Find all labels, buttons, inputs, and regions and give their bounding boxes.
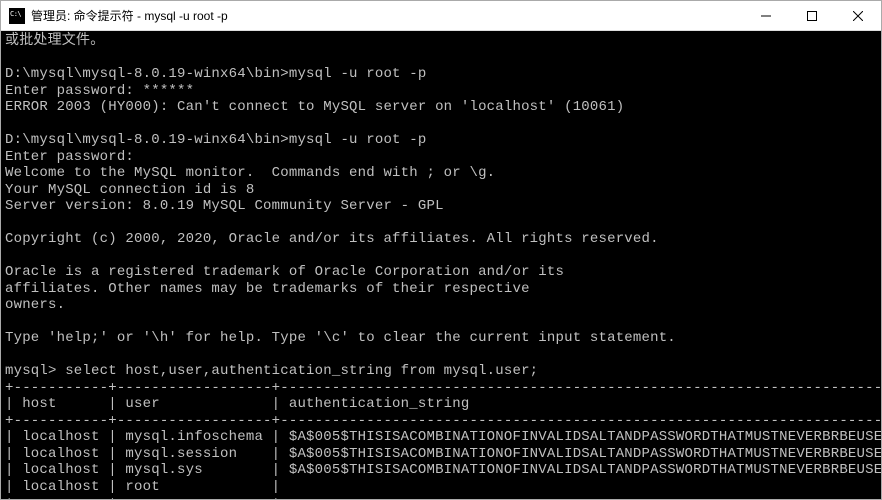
terminal-line: Type 'help;' or '\h' for help. Type '\c'… xyxy=(5,330,877,347)
minimize-button[interactable] xyxy=(743,1,789,30)
window-title: 管理员: 命令提示符 - mysql -u root -p xyxy=(31,7,743,24)
close-icon xyxy=(853,11,863,21)
terminal-line: ERROR 2003 (HY000): Can't connect to MyS… xyxy=(5,99,877,116)
cmd-icon xyxy=(9,8,25,24)
terminal-line xyxy=(5,116,877,133)
terminal-line: | localhost | root | | xyxy=(5,479,877,496)
terminal-line: mysql> select host,user,authentication_s… xyxy=(5,363,877,380)
titlebar[interactable]: 管理员: 命令提示符 - mysql -u root -p xyxy=(1,1,881,31)
terminal-line: Oracle is a registered trademark of Orac… xyxy=(5,264,877,281)
terminal-line: 或批处理文件。 xyxy=(5,33,877,50)
terminal-line xyxy=(5,50,877,67)
terminal-line: Welcome to the MySQL monitor. Commands e… xyxy=(5,165,877,182)
terminal-line: | localhost | mysql.session | $A$005$THI… xyxy=(5,446,877,463)
terminal-line: D:\mysql\mysql-8.0.19-winx64\bin>mysql -… xyxy=(5,132,877,149)
terminal-line: Enter password: xyxy=(5,149,877,166)
terminal-line: Your MySQL connection id is 8 xyxy=(5,182,877,199)
terminal-line: Copyright (c) 2000, 2020, Oracle and/or … xyxy=(5,231,877,248)
terminal-line xyxy=(5,314,877,331)
command-prompt-window: 管理员: 命令提示符 - mysql -u root -p 或批处理文件。 D:… xyxy=(0,0,882,500)
terminal-output[interactable]: 或批处理文件。 D:\mysql\mysql-8.0.19-winx64\bin… xyxy=(1,31,881,499)
terminal-line: D:\mysql\mysql-8.0.19-winx64\bin>mysql -… xyxy=(5,66,877,83)
terminal-line: +-----------+------------------+--------… xyxy=(5,413,877,430)
terminal-line: affiliates. Other names may be trademark… xyxy=(5,281,877,298)
close-button[interactable] xyxy=(835,1,881,30)
maximize-icon xyxy=(807,11,817,21)
terminal-line xyxy=(5,215,877,232)
terminal-line: +-----------+------------------+--------… xyxy=(5,495,877,499)
terminal-line xyxy=(5,248,877,265)
terminal-line: | localhost | mysql.sys | $A$005$THISISA… xyxy=(5,462,877,479)
minimize-icon xyxy=(761,11,771,21)
terminal-line xyxy=(5,347,877,364)
terminal-line: +-----------+------------------+--------… xyxy=(5,380,877,397)
maximize-button[interactable] xyxy=(789,1,835,30)
terminal-line: Enter password: ****** xyxy=(5,83,877,100)
terminal-line: | host | user | authentication_string | xyxy=(5,396,877,413)
terminal-line: | localhost | mysql.infoschema | $A$005$… xyxy=(5,429,877,446)
terminal-line: Server version: 8.0.19 MySQL Community S… xyxy=(5,198,877,215)
terminal-line: owners. xyxy=(5,297,877,314)
titlebar-controls xyxy=(743,1,881,30)
